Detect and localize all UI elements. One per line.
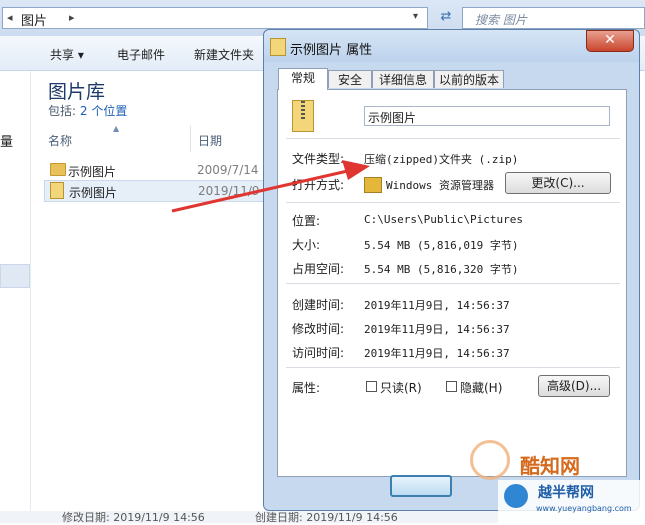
watermark-badge-icon xyxy=(504,484,528,508)
tab-general[interactable]: 常规 xyxy=(278,68,328,90)
watermark-logo-icon xyxy=(470,440,510,480)
watermark-text: 酷知网 xyxy=(520,454,580,478)
watermark-url: www.yueyangbang.com xyxy=(536,504,632,513)
watermark-badge: 越半帮网 www.yueyangbang.com xyxy=(498,480,645,523)
watermark-site-name: 越半帮网 xyxy=(538,485,594,501)
